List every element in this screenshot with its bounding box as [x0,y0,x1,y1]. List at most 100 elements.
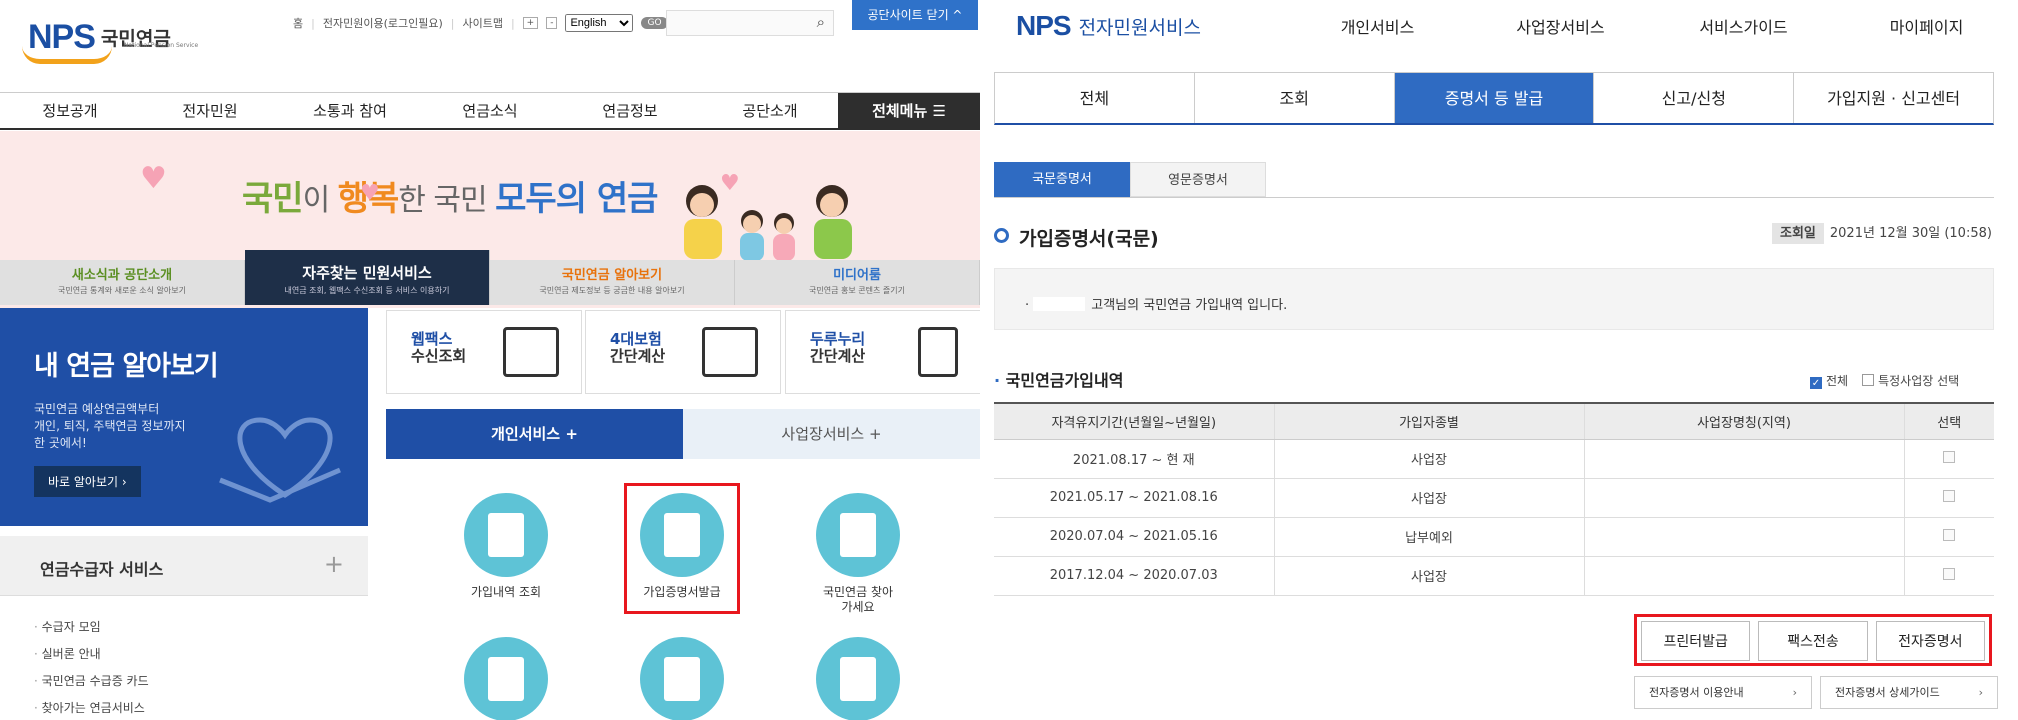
tab-personal-service[interactable]: 개인서비스 + [386,409,683,459]
nps-main-page: NPS 국민연금 National Pension Service 홈 | 전자민… [0,0,980,720]
electronic-certificate-button[interactable]: 전자증명서 [1875,621,1985,661]
zoom-out-button[interactable]: - [546,17,558,29]
search-icon[interactable]: ⌕ [817,13,825,31]
tab-all[interactable]: 전체 [995,73,1195,123]
selection-options: ✓ 전체 특정사업장 선택 [1810,372,1959,389]
heart-hand-icon [219,417,341,503]
my-pension-button[interactable]: 바로 알아보기 › [34,466,141,497]
fax-icon [503,327,559,377]
monitor-check-icon [816,637,900,720]
service-item-5[interactable] [602,637,762,720]
sitemap-link[interactable]: 사이트맵 [462,15,502,31]
search-input[interactable]: ⌕ [666,10,834,36]
service-item-4[interactable] [426,637,586,720]
row-select-checkbox[interactable] [1943,450,1956,463]
receiver-item[interactable]: 수급자 모임 [34,614,334,641]
magnifier-icon [640,637,724,720]
table-row: 2021.08.17 ~ 현 재 사업장 [994,439,1994,479]
quick-webfax[interactable]: 웹팩스 수신조회 [386,310,582,394]
language-select[interactable]: English [565,14,634,32]
service-tabs: 개인서비스 + 사업장서비스 + [386,409,980,459]
tab-media-room[interactable]: 미디어룸 국민연금 홍보 콘텐츠 즐기기 [735,260,980,305]
service-item-6[interactable] [778,637,938,720]
receiver-item[interactable]: 찾아가는 연금서비스 [34,695,334,720]
table-header: 사업장명칭(지역) [1584,402,1905,440]
guide-links: 전자증명서 이용안내 전자증명서 상세가이드 [1634,676,1998,709]
issue-actions: 프린터발급 팩스전송 전자증명서 [1634,614,1992,666]
home-link[interactable]: 홈 [293,15,303,31]
fax-send-button[interactable]: 팩스전송 [1758,621,1868,661]
my-pension-panel: 내 연금 알아보기 국민연금 예상연금액부터 개인, 퇴직, 주택연금 정보까지 한… [0,308,368,526]
nav-service-guide[interactable]: 서비스가이드 [1652,14,1835,38]
receiver-item[interactable]: 실버론 안내 [34,641,334,668]
quick-durunuri-calc[interactable]: 두루누리 간단계산 [785,310,980,394]
detail-guide-link[interactable]: 전자증명서 상세가이드 [1820,676,1998,709]
table-header: 선택 [1904,402,1994,440]
row-select-checkbox[interactable] [1943,528,1956,541]
receiver-service-title[interactable]: 연금수급자 서비스 + [0,536,368,596]
utility-bar: 홈 | 전자민원이용(로그인필요) | 사이트맵 | + - English GO [293,14,668,32]
certificate-language-tabs: 국문증명서 영문증명서 [994,162,1994,198]
nav-item-news[interactable]: 연금소식 [420,93,560,128]
zoom-in-button[interactable]: + [522,17,539,29]
e-civil-service-page: NPS 전자민원서비스 개인서비스 사업장서비스 서비스가이드 마이페이지 전체 … [986,0,2018,720]
family-illustration [684,185,852,261]
nav-my-page[interactable]: 마이페이지 [1835,14,2018,38]
calculator-chart-icon [918,327,958,377]
heart-icon: ♥ [140,161,167,196]
check-specific-checkbox[interactable]: 특정사업장 선택 [1862,372,1959,389]
e-civil-logo[interactable]: NPS 전자민원서비스 [1016,10,1201,42]
tab-inquiry[interactable]: 조회 [1195,73,1395,123]
tab-business-service[interactable]: 사업장서비스 + [683,409,980,459]
language-go-button[interactable]: GO [641,17,668,29]
tab-certificate-issue[interactable]: 증명서 등 발급 [1394,73,1595,123]
nav-item-civil[interactable]: 전자민원 [140,93,280,128]
search-document-icon [464,493,548,577]
tab-report[interactable]: 신고/신청 [1594,73,1795,123]
heart-hand-icon [816,493,900,577]
usage-guide-link[interactable]: 전자증명서 이용안내 [1634,676,1812,709]
service-find-pension[interactable]: 국민연금 찾아가세요 [778,493,938,615]
masked-name [1033,297,1086,311]
main-tabs: 새소식과 공단소개 국민연금 통계와 새로운 소식 알아보기 자주찾는 민원서비스… [0,250,980,305]
nav-personal-service[interactable]: 개인서비스 [1286,14,1469,38]
history-table: 자격유지기간(년월일~년월일) 가입자종별 사업장명칭(지역) 선택 2021.… [994,402,1994,596]
row-select-checkbox[interactable] [1943,489,1956,502]
nav-item-about[interactable]: 공단소개 [700,93,840,128]
tab-support-center[interactable]: 가입지원 · 신고센터 [1794,73,1993,123]
all-menu-button[interactable]: 전체메뉴 ☰ [838,93,980,129]
logo-subtitle: National Pension Service [124,42,199,49]
receiver-item[interactable]: 국민연금 수급증 카드 [34,668,334,695]
table-header: 자격유지기간(년월일~년월일) [994,402,1275,440]
nav-item-participation[interactable]: 소통과 참여 [280,93,420,128]
nav-item-pension-info[interactable]: 연금정보 [560,93,700,128]
inquiry-date: 조회일 2021년 12월 30일 (10:58) [1772,222,1992,244]
tab-pension-guide[interactable]: 국민연금 알아보기 국민연금 제도정보 등 궁금한 내용 알아보기 [490,260,735,305]
table-row: 2020.07.04 ~ 2021.05.16 납부예외 [994,517,1994,557]
main-nav: 정보공개 전자민원 소통과 참여 연금소식 연금정보 공단소개 전체메뉴 ☰ [0,92,980,130]
row-select-checkbox[interactable] [1943,567,1956,580]
print-issue-button[interactable]: 프린터발급 [1641,621,1751,661]
tab-frequent-services[interactable]: 자주찾는 민원서비스 내연금 조회, 웹팩스 수신조회 등 서비스 이용하기 [245,250,490,305]
notice-box: · 고객님의 국민연금 가입내역 입니다. [994,268,1994,330]
calculator-icon [702,327,758,377]
table-row: 2021.05.17 ~ 2021.08.16 사업장 [994,478,1994,518]
quick-insurance-calc[interactable]: 4대보험 간단계산 [585,310,781,394]
page-title: 가입증명서(국문) [994,224,1159,251]
nav-item-info[interactable]: 정보공개 [0,93,140,128]
site-close-button[interactable]: 공단사이트 닫기 ^ [852,0,978,30]
check-all-checkbox[interactable]: ✓ 전체 [1810,372,1848,389]
e-civil-nav: 개인서비스 사업장서비스 서비스가이드 마이페이지 [1286,14,2018,38]
plus-icon[interactable]: + [324,550,344,578]
nps-logo[interactable]: NPS 국민연금 [22,18,171,64]
heart-icon: ♥ [360,181,380,206]
login-link[interactable]: 전자민원이용(로그인필요) [323,15,443,31]
banner-title: 국민이 행복한 국민 모두의 연금 [242,179,658,219]
tab-news[interactable]: 새소식과 공단소개 국민연금 통계와 새로운 소식 알아보기 [0,260,245,305]
nav-business-service[interactable]: 사업장서비스 [1469,14,1652,38]
history-title: 국민연금가입내역 [994,367,1124,391]
tab-english-certificate[interactable]: 영문증명서 [1130,162,1266,197]
service-join-history[interactable]: 가입내역 조회 [426,493,586,600]
table-row: 2017.12.04 ~ 2020.07.03 사업장 [994,556,1994,596]
tab-korean-certificate[interactable]: 국문증명서 [994,162,1130,197]
